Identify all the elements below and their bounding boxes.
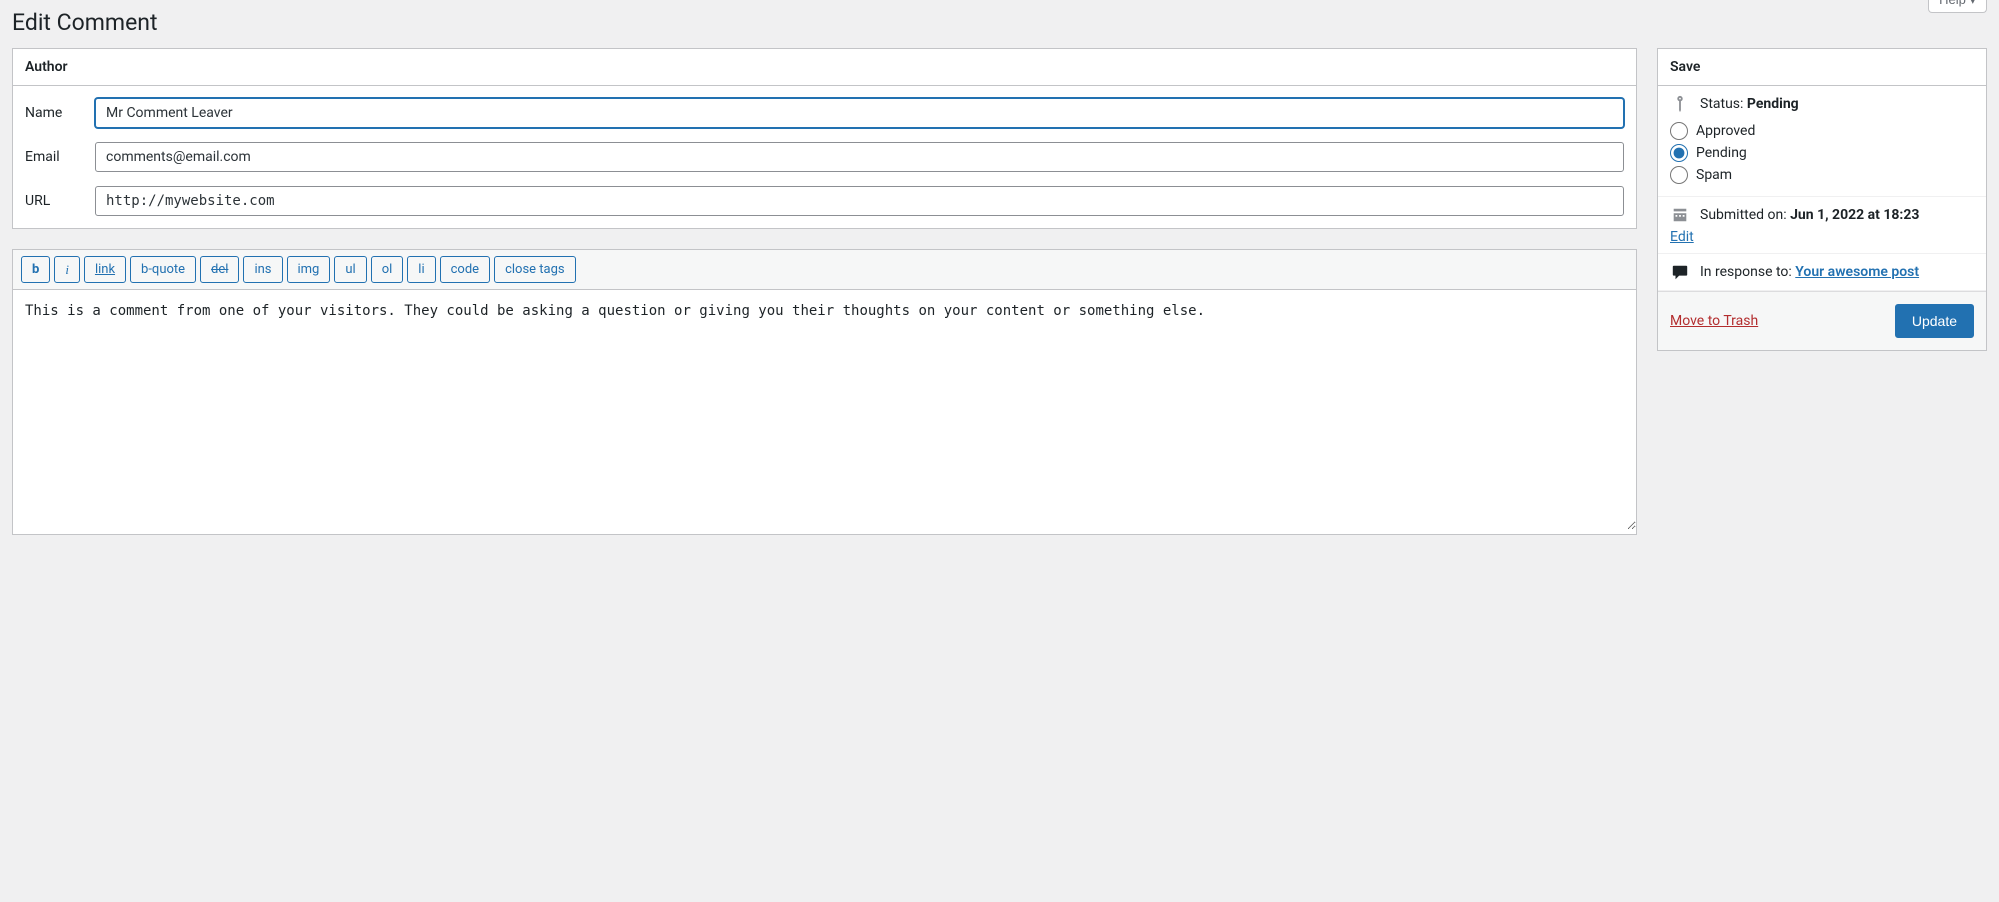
- status-label: Status: Pending: [1700, 96, 1799, 112]
- qt-ins-button[interactable]: ins: [243, 256, 282, 283]
- page-title: Edit Comment: [12, 0, 1987, 48]
- qt-link-button[interactable]: link: [84, 256, 126, 283]
- status-spam-label[interactable]: Spam: [1696, 167, 1732, 183]
- name-label: Name: [25, 105, 95, 121]
- qt-italic-button[interactable]: i: [54, 256, 80, 283]
- key-icon: [1670, 94, 1690, 114]
- qt-del-button[interactable]: del: [200, 256, 239, 283]
- author-box: Author Name Email URL: [12, 48, 1637, 229]
- qt-ol-button[interactable]: ol: [371, 256, 404, 283]
- qt-bquote-button[interactable]: b-quote: [130, 256, 196, 283]
- name-input[interactable]: [95, 98, 1624, 128]
- submitted-on-text: Submitted on: Jun 1, 2022 at 18:23: [1700, 207, 1919, 223]
- comment-textarea[interactable]: [13, 290, 1636, 530]
- update-button[interactable]: Update: [1895, 304, 1974, 338]
- qt-ul-button[interactable]: ul: [334, 256, 366, 283]
- qt-bold-button[interactable]: b: [21, 256, 50, 283]
- status-pending-radio[interactable]: [1670, 144, 1688, 162]
- url-label: URL: [25, 193, 95, 209]
- calendar-icon: [1670, 205, 1690, 225]
- status-approved-label[interactable]: Approved: [1696, 123, 1755, 139]
- qt-code-button[interactable]: code: [440, 256, 490, 283]
- save-box-title: Save: [1658, 49, 1986, 86]
- edit-date-link[interactable]: Edit: [1670, 229, 1694, 245]
- comment-editor: b i link b-quote del ins img ul ol li co…: [12, 249, 1637, 535]
- status-approved-radio[interactable]: [1670, 122, 1688, 140]
- status-pending-label[interactable]: Pending: [1696, 145, 1747, 161]
- quicktags-toolbar: b i link b-quote del ins img ul ol li co…: [13, 250, 1636, 290]
- save-box: Save Status: Pending Approved Pendin: [1657, 48, 1987, 351]
- help-button[interactable]: Help ▾: [1928, 0, 1987, 13]
- status-spam-radio[interactable]: [1670, 166, 1688, 184]
- author-box-title: Author: [13, 49, 1636, 86]
- qt-img-button[interactable]: img: [287, 256, 331, 283]
- response-post-link[interactable]: Your awesome post: [1795, 264, 1919, 280]
- email-input[interactable]: [95, 142, 1624, 172]
- comment-icon: [1670, 262, 1690, 282]
- move-to-trash-link[interactable]: Move to Trash: [1670, 313, 1758, 329]
- qt-li-button[interactable]: li: [407, 256, 435, 283]
- in-response-to-text: In response to: Your awesome post: [1700, 264, 1919, 280]
- qt-close-button[interactable]: close tags: [494, 256, 576, 283]
- email-label: Email: [25, 149, 95, 165]
- url-input[interactable]: [95, 186, 1624, 216]
